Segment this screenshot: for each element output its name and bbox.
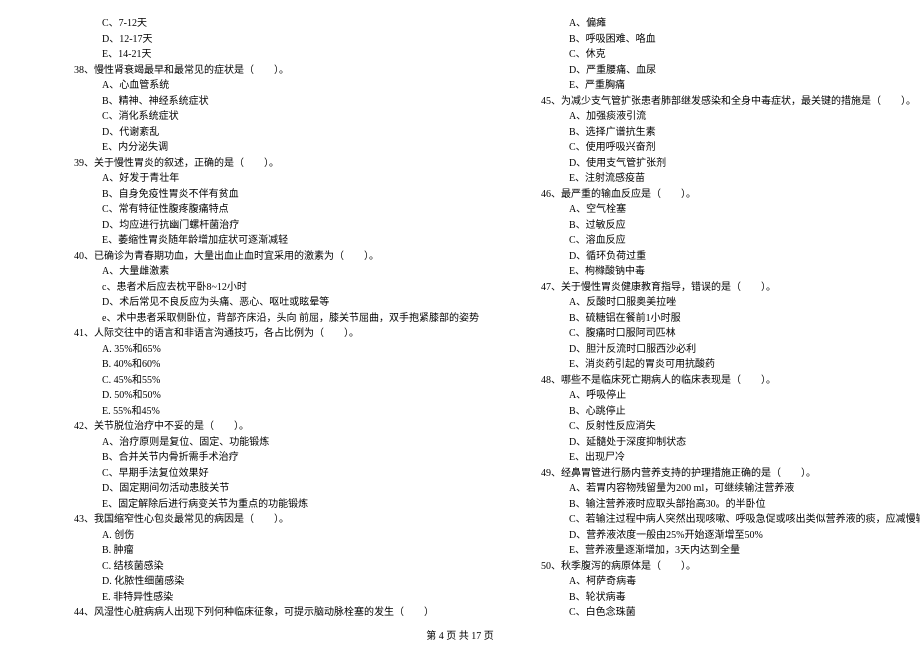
page-footer: 第 4 页 共 17 页 (0, 627, 920, 642)
text-line: D、使用支气管扩张剂 (527, 156, 920, 172)
text-line: A、加强痰液引流 (527, 109, 920, 125)
text-line: C、若输注过程中病人突然出现咳嗽、呼吸急促或咳出类似营养液的痰，应减慢输注速度 (527, 512, 920, 528)
text-line: A. 创伤 (60, 528, 479, 544)
text-line: E、注射流感疫苗 (527, 171, 920, 187)
text-line: C、使用呼吸兴奋剂 (527, 140, 920, 156)
text-line: B、过敏反应 (527, 218, 920, 234)
text-line: D、胆汁反流时口服西沙必利 (527, 342, 920, 358)
text-line: B、心跳停止 (527, 404, 920, 420)
text-line: B、呼吸困难、咯血 (527, 32, 920, 48)
text-line: 49、经鼻胃管进行肠内营养支持的护理措施正确的是（ ）。 (527, 466, 920, 482)
text-line: C、休克 (527, 47, 920, 63)
text-line: C、溶血反应 (527, 233, 920, 249)
text-line: 41、人际交往中的语言和非语言沟通技巧，各占比例为（ ）。 (60, 326, 479, 342)
text-line: A、大量雌激素 (60, 264, 479, 280)
text-line: A、柯萨奇病毒 (527, 574, 920, 590)
right-column: A、偏瘫B、呼吸困难、咯血C、休克D、严重腰痛、血尿E、严重胸痛45、为减少支气… (527, 16, 920, 621)
text-line: 43、我国缩窄性心包炎最常见的病因是（ ）。 (60, 512, 479, 528)
text-line: 38、慢性肾衰竭最早和最常见的症状是（ ）。 (60, 63, 479, 79)
text-line: C. 45%和55% (60, 373, 479, 389)
text-line: C、消化系统症状 (60, 109, 479, 125)
text-line: A、偏瘫 (527, 16, 920, 32)
text-line: E. 55%和45% (60, 404, 479, 420)
text-line: D、循环负荷过重 (527, 249, 920, 265)
text-line: 45、为减少支气管扩张患者肺部继发感染和全身中毒症状，最关键的措施是（ ）。 (527, 94, 920, 110)
text-line: C、早期手法复位效果好 (60, 466, 479, 482)
text-line: B、硫糖铝在餐前1小时服 (527, 311, 920, 327)
text-line: D、代谢紊乱 (60, 125, 479, 141)
left-column: C、7-12天D、12-17天E、14-21天38、慢性肾衰竭最早和最常见的症状… (60, 16, 479, 621)
text-line: A、空气栓塞 (527, 202, 920, 218)
text-line: A、呼吸停止 (527, 388, 920, 404)
text-line: B. 肿瘤 (60, 543, 479, 559)
text-line: E. 非特异性感染 (60, 590, 479, 606)
text-line: C、7-12天 (60, 16, 479, 32)
text-line: 44、风湿性心脏病病人出现下列何种临床征象，可提示脑动脉栓塞的发生（ ） (60, 605, 479, 621)
text-line: A、治疗原则是复位、固定、功能锻炼 (60, 435, 479, 451)
text-line: 50、秋季腹泻的病原体是（ ）。 (527, 559, 920, 575)
text-line: E、严重胸痛 (527, 78, 920, 94)
text-line: B、精神、神经系统症状 (60, 94, 479, 110)
text-line: D、均应进行抗幽门螺杆菌治疗 (60, 218, 479, 234)
text-line: A、若胃内容物残留量为200 ml，可继续输注营养液 (527, 481, 920, 497)
text-line: D. 50%和50% (60, 388, 479, 404)
text-line: B. 40%和60% (60, 357, 479, 373)
text-line: C. 结核菌感染 (60, 559, 479, 575)
text-line: 42、关节脱位治疗中不妥的是（ ）。 (60, 419, 479, 435)
text-line: D、术后常见不良反应为头痛、恶心、呕吐或眩晕等 (60, 295, 479, 311)
text-line: E、固定解除后进行病变关节为重点的功能锻炼 (60, 497, 479, 513)
content-columns: C、7-12天D、12-17天E、14-21天38、慢性肾衰竭最早和最常见的症状… (60, 16, 860, 621)
text-line: D、营养液浓度一般由25%开始逐渐增至50% (527, 528, 920, 544)
text-line: A. 35%和65% (60, 342, 479, 358)
text-line: 40、已确诊为青春期功血，大量出血止血时宜采用的激素为（ ）。 (60, 249, 479, 265)
text-line: E、营养液量逐渐增加，3天内达到全量 (527, 543, 920, 559)
text-line: B、合并关节内骨折需手术治疗 (60, 450, 479, 466)
text-line: E、14-21天 (60, 47, 479, 63)
text-line: A、反酸时口服奥美拉唑 (527, 295, 920, 311)
text-line: 48、哪些不是临床死亡期病人的临床表现是（ ）。 (527, 373, 920, 389)
text-line: E、内分泌失调 (60, 140, 479, 156)
text-line: 39、关于慢性胃炎的叙述，正确的是（ ）。 (60, 156, 479, 172)
text-line: E、出现尸冷 (527, 450, 920, 466)
text-line: B、自身免疫性胃炎不伴有贫血 (60, 187, 479, 203)
text-line: A、好发于青壮年 (60, 171, 479, 187)
text-line: D、严重腰痛、血尿 (527, 63, 920, 79)
text-line: B、选择广谱抗生素 (527, 125, 920, 141)
text-line: A、心血管系统 (60, 78, 479, 94)
text-line: D. 化脓性细菌感染 (60, 574, 479, 590)
text-line: E、消炎药引起的胃炎可用抗酸药 (527, 357, 920, 373)
text-line: e、术中患者采取侧卧位，背部齐床沿，头向 前屈，膝关节屈曲，双手抱紧膝部的姿势 (60, 311, 479, 327)
text-line: D、延髓处于深度抑制状态 (527, 435, 920, 451)
text-line: 46、最严重的输血反应是（ ）。 (527, 187, 920, 203)
text-line: C、常有特征性腹疼腹痛特点 (60, 202, 479, 218)
text-line: E、枸橼酸钠中毒 (527, 264, 920, 280)
text-line: B、输注营养液时应取头部抬高30。的半卧位 (527, 497, 920, 513)
text-line: E、萎缩性胃炎随年龄增加症状可逐渐减轻 (60, 233, 479, 249)
text-line: 47、关于慢性胃炎健康教育指导，错误的是（ ）。 (527, 280, 920, 296)
text-line: c、患者术后应去枕平卧8~12小时 (60, 280, 479, 296)
text-line: C、反射性反应消失 (527, 419, 920, 435)
text-line: D、12-17天 (60, 32, 479, 48)
text-line: B、轮状病毒 (527, 590, 920, 606)
text-line: C、白色念珠菌 (527, 605, 920, 621)
text-line: C、腹痛时口服阿司匹林 (527, 326, 920, 342)
text-line: D、固定期间勿活动患肢关节 (60, 481, 479, 497)
